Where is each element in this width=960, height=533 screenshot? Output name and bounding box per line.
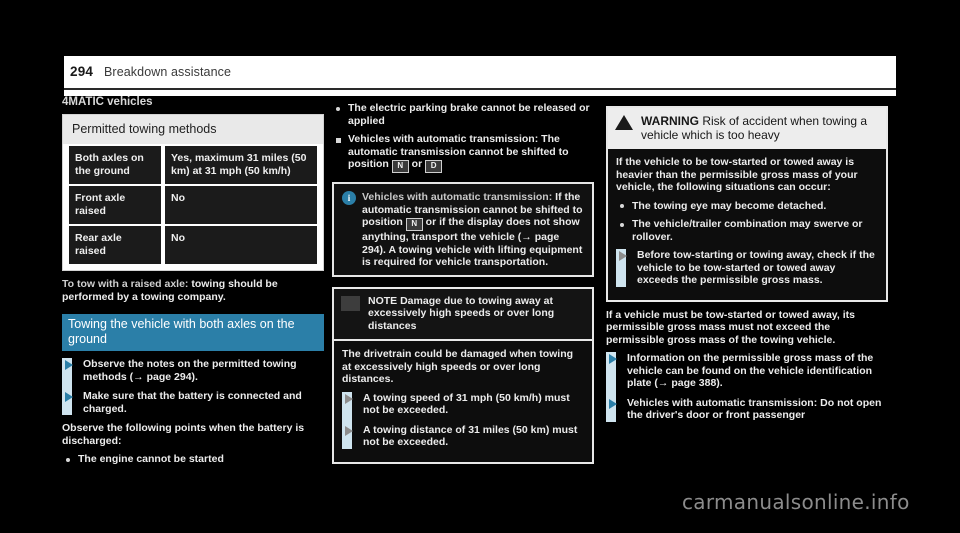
info-icon: i	[342, 191, 356, 205]
list-item: The electric parking brake cannot be rel…	[332, 102, 594, 127]
notice-body: The drivetrain could be damaged when tow…	[334, 341, 592, 462]
table-cell-value: Yes, maximum 31 miles (50 km) at 31 mph …	[165, 146, 317, 184]
table-cell-value: No	[165, 186, 317, 224]
table-caption: Permitted towing methods	[63, 115, 323, 144]
triangle-bullet-icon	[606, 352, 627, 390]
list-item: Vehicles with automatic transmission: Th…	[332, 133, 594, 173]
triangle-bullet-icon	[606, 397, 627, 422]
warning-headline: WARNING Risk of accident when towing a v…	[641, 114, 878, 142]
action-text: Observe the notes on the permitted towin…	[83, 358, 297, 383]
action-item: Before tow-starting or towing away, chec…	[616, 249, 878, 287]
column-middle: The electric parking brake cannot be rel…	[332, 96, 594, 464]
notice-action-list: A towing speed of 31 mph (50 km/h) must …	[342, 391, 584, 449]
note-icon	[341, 295, 360, 311]
list-item-lead: Vehicles with automatic transmission:	[348, 133, 539, 145]
action-text: A towing distance of 31 miles (50 km) mu…	[363, 423, 578, 449]
page-header: 294 Breakdown assistance	[64, 62, 896, 90]
info-note-text: Vehicles with automatic transmission: If…	[362, 191, 584, 269]
notice-body-text: The drivetrain could be damaged when tow…	[342, 348, 574, 385]
manual-page: 294 Breakdown assistance 4MATIC vehicles…	[0, 0, 960, 533]
table-row: Front axle raised No	[69, 184, 317, 224]
table-cell-value: No	[165, 226, 317, 264]
table-row: Both axles on the ground Yes, maximum 31…	[69, 144, 317, 184]
action-lead: Vehicles with automatic transmission:	[627, 396, 818, 409]
action-item: A towing speed of 31 mph (50 km/h) must …	[342, 392, 584, 417]
discharged-battery-intro: Observe the following points when the ba…	[62, 422, 305, 447]
warning-bullets: The towing eye may become detached. The …	[616, 200, 878, 244]
action-item: Information on the permissible gross mas…	[606, 352, 888, 390]
table-cell-method: Rear axle raised	[69, 226, 161, 264]
action-item: Vehicles with automatic transmission: Do…	[606, 397, 888, 422]
notice-box: NOTE Damage due to towing away at excess…	[332, 286, 594, 464]
section-heading-towing-both-axles: Towing the vehicle with both axles on th…	[62, 314, 324, 351]
paragraph-lead: To tow with a raised axle:	[62, 278, 189, 290]
subsection-heading: 4MATIC vehicles	[62, 96, 153, 108]
action-text: Information on the permissible gross mas…	[627, 352, 874, 389]
page-number: 294	[70, 64, 94, 79]
warning-action-list: Before tow-starting or towing away, chec…	[616, 249, 878, 287]
action-item: Observe the notes on the permitted towin…	[62, 358, 324, 383]
discharged-battery-bullets: The engine cannot be started	[62, 453, 324, 466]
action-text: A towing speed of 31 mph (50 km/h) must …	[363, 391, 570, 417]
list-item: The towing eye may become detached.	[616, 200, 878, 213]
table-cell-method: Both axles on the ground	[69, 146, 161, 184]
table-cell-method: Front axle raised	[69, 186, 161, 224]
triangle-bullet-icon	[62, 358, 83, 383]
triangle-bullet-icon	[62, 390, 83, 415]
action-item: Make sure that the battery is connected …	[62, 390, 324, 415]
action-text: Before tow-starting or towing away, chec…	[637, 249, 875, 286]
list-item-conjunction: or	[408, 158, 426, 170]
watermark: carmanualsonline.info	[682, 490, 910, 514]
notice-headline: NOTE Damage due to towing away at excess…	[368, 295, 584, 333]
info-note-box: i Vehicles with automatic transmission: …	[332, 182, 594, 277]
column-left: 4MATIC vehicles Permitted towing methods…	[62, 96, 324, 472]
action-item: A towing distance of 31 miles (50 km) mu…	[342, 424, 584, 449]
gross-mass-paragraph: If a vehicle must be tow-started or towe…	[606, 308, 855, 346]
action-text: Make sure that the battery is connected …	[83, 390, 302, 415]
gear-position-n-icon: N	[391, 160, 409, 173]
triangle-bullet-icon	[342, 392, 363, 417]
notice-label: NOTE	[368, 294, 398, 307]
warning-box: WARNING Risk of accident when towing a v…	[606, 106, 888, 302]
info-note-lead: Vehicles with automatic transmission:	[362, 191, 553, 203]
action-text: Vehicles with automatic transmission: Do…	[627, 397, 888, 422]
table-body: Both axles on the ground Yes, maximum 31…	[63, 144, 323, 270]
triangle-bullet-icon	[342, 424, 363, 449]
discharged-battery-bullets-continued: The electric parking brake cannot be rel…	[332, 102, 594, 173]
warning-body: If the vehicle to be tow-started or towe…	[608, 149, 886, 300]
gear-position-d-icon: D	[425, 160, 443, 173]
page-title: Breakdown assistance	[104, 65, 232, 79]
table-row: Rear axle raised No	[69, 224, 317, 264]
warning-label: WARNING	[641, 114, 699, 128]
list-item: The engine cannot be started	[62, 453, 324, 466]
warning-header: WARNING Risk of accident when towing a v…	[608, 108, 886, 149]
notice-header: NOTE Damage due to towing away at excess…	[334, 288, 592, 341]
warning-triangle-icon	[615, 115, 633, 130]
list-item: The vehicle/trailer combination may swer…	[616, 218, 878, 243]
action-list: Information on the permissible gross mas…	[606, 352, 888, 422]
triangle-bullet-icon	[616, 249, 637, 287]
permitted-towing-methods-table: Permitted towing methods Both axles on t…	[62, 114, 324, 271]
gear-position-n-icon: N	[405, 218, 423, 231]
action-list: Observe the notes on the permitted towin…	[62, 358, 324, 415]
column-right: WARNING Risk of accident when towing a v…	[606, 96, 888, 429]
warning-body-text: If the vehicle to be tow-started or towe…	[616, 156, 858, 193]
raised-axle-paragraph: To tow with a raised axle: towing should…	[62, 278, 324, 303]
